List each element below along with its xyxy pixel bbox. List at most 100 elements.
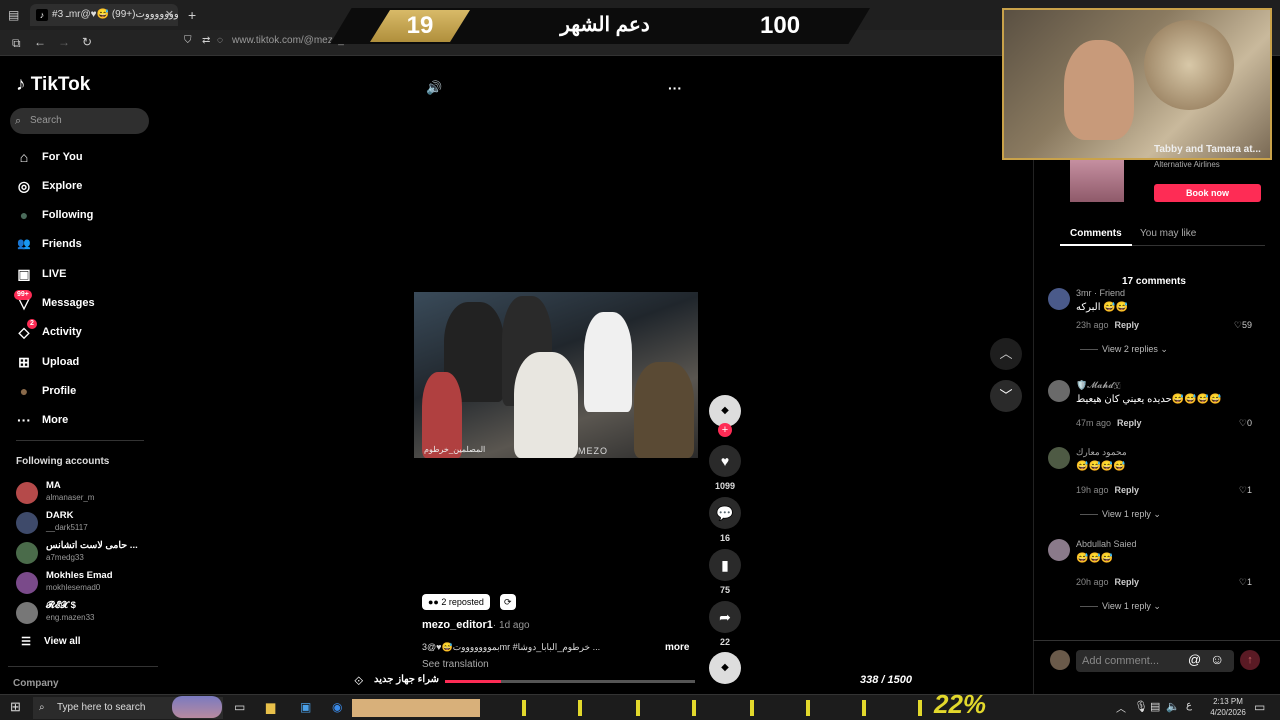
video-player[interactable]: MEZO المصلمين_خرطوم <box>414 292 698 458</box>
nav-friends[interactable]: 👥 Friends <box>16 233 156 255</box>
more-icon: ··· <box>17 412 31 428</box>
workspaces-icon[interactable]: ⧉ <box>12 36 21 51</box>
shield-icon[interactable]: ⛉ <box>184 35 192 46</box>
more-button[interactable]: more <box>665 642 689 653</box>
avatar[interactable] <box>1048 288 1070 310</box>
sidebar: ♪ TikTok ⌕ Search ⌂ For You ◎ Explore ● Fol… <box>0 56 165 694</box>
notification-icon[interactable]: ▭ <box>1254 700 1265 714</box>
reply-button[interactable]: Reply <box>1117 418 1142 428</box>
comment-like-button[interactable]: ♡59 <box>1234 320 1252 331</box>
network-icon[interactable]: ▤ <box>1150 700 1160 713</box>
next-video-button[interactable]: ﹀ <box>990 380 1022 412</box>
comment-like-button[interactable]: ♡1 <box>1239 577 1252 588</box>
avatar[interactable] <box>1048 447 1070 469</box>
new-tab-button[interactable]: + <box>188 7 196 23</box>
heart-icon: ♥ <box>709 445 741 477</box>
chevron-up-icon[interactable]: ︿ <box>1116 700 1126 715</box>
comment-author[interactable]: 🛡️𝓜𝓪𝓱𝓭🇾 <box>1076 380 1121 391</box>
language-icon[interactable]: ع <box>1186 700 1192 711</box>
edge-icon[interactable]: ◉ <box>332 700 342 714</box>
reply-button[interactable]: Reply <box>1115 485 1140 495</box>
tab-actions-icon[interactable]: ▤ <box>8 8 19 22</box>
tracking-icon[interactable]: ⇄ <box>202 35 210 46</box>
account-item[interactable]: DARK __dark5117 <box>16 510 156 538</box>
comment-author[interactable]: 3mr · Friend <box>1076 288 1125 298</box>
account-name: 𝓡𝓔𝓧 $ <box>46 600 76 611</box>
video-caption: المصلمين_خرطوم <box>424 445 486 454</box>
like-button[interactable]: ♥ 1099 <box>709 445 741 491</box>
reply-button[interactable]: Reply <box>1115 577 1140 587</box>
tab-comments[interactable]: Comments <box>1070 228 1122 239</box>
account-item[interactable]: MA almanaser_m <box>16 480 156 508</box>
file-explorer-icon[interactable]: ▆ <box>266 700 275 714</box>
webcam-overlay <box>1002 8 1272 160</box>
microphone-icon[interactable]: 🎙 <box>1134 700 1148 713</box>
nav-explore[interactable]: ◎ Explore <box>16 175 156 197</box>
heart-outline-icon: ♡ <box>1238 577 1247 587</box>
back-icon[interactable]: ← <box>34 35 46 49</box>
store-icon[interactable]: ▣ <box>300 700 311 714</box>
close-icon[interactable]: ✕ <box>165 4 174 26</box>
account-name: MA <box>46 480 61 491</box>
video-options-icon[interactable]: ··· <box>668 80 682 96</box>
tab-you-may-like[interactable]: You may like <box>1140 228 1196 239</box>
volume-icon[interactable]: 🔊 <box>426 80 442 96</box>
browser-tab[interactable]: ♪ #ـ 3mr@♥😅 بموووووووت(+99) ✕ <box>30 4 178 26</box>
reply-button[interactable]: Reply <box>1115 320 1140 330</box>
task-view-icon[interactable]: ▭ <box>234 700 245 714</box>
nav-activity[interactable]: ◇ 2 Activity <box>16 319 156 343</box>
save-count: 75 <box>719 585 730 595</box>
comment-author[interactable]: Abdullah Saied <box>1076 539 1137 549</box>
volume-icon[interactable]: 🔈 <box>1166 700 1180 713</box>
avatar <box>16 602 38 624</box>
clock-date[interactable]: 4/20/2026 <box>1204 708 1252 717</box>
view-replies-button[interactable]: View 1 reply ⌄ <box>1080 509 1161 520</box>
nav-for-you[interactable]: ⌂ For You <box>16 146 156 168</box>
view-replies-button[interactable]: View 2 replies ⌄ <box>1080 344 1168 355</box>
tiktok-logo[interactable]: ♪ TikTok <box>16 74 90 96</box>
avatar[interactable] <box>1048 539 1070 561</box>
reload-icon[interactable]: ↻ <box>82 35 92 49</box>
forward-icon[interactable]: → <box>58 35 70 49</box>
post-comment-button[interactable]: ↑ <box>1240 650 1260 670</box>
view-replies-button[interactable]: View 1 reply ⌄ <box>1080 601 1161 612</box>
account-item[interactable]: 𝓡𝓔𝓧 $ eng.mazen33 <box>16 600 156 628</box>
repost-button[interactable]: ⟳ <box>500 594 516 610</box>
reposted-pill[interactable]: ●● 2 reposted <box>422 594 490 610</box>
nav-live[interactable]: ▣ LIVE <box>16 263 156 285</box>
avatar[interactable] <box>1048 380 1070 402</box>
creator-avatar-button[interactable]: ◆ + <box>709 395 741 437</box>
comment-author[interactable]: محمود معارك <box>1076 447 1127 458</box>
emoji-icon[interactable]: ☺ <box>1210 651 1224 667</box>
nav-messages[interactable]: ▽ 99+ Messages <box>14 290 156 314</box>
previous-video-button[interactable]: ︿ <box>990 338 1022 370</box>
search-input[interactable]: ⌕ Search <box>10 108 149 134</box>
book-now-button[interactable]: Book now <box>1154 184 1261 202</box>
comment-button[interactable]: 💬 16 <box>709 497 741 543</box>
account-item[interactable]: Mokhles Emad mokhlesemad0 <box>16 570 156 598</box>
nav-profile[interactable]: ● Profile <box>16 380 156 402</box>
taskbar-app-thumbnails[interactable] <box>352 699 480 717</box>
windows-start-icon[interactable]: ⊞ <box>10 699 21 715</box>
avatar <box>16 572 38 594</box>
nav-upload[interactable]: ⊞ Upload <box>16 351 156 373</box>
author-name[interactable]: mezo_editor1· 1d ago <box>422 619 530 631</box>
clock-time[interactable]: 2:13 PM <box>1206 697 1250 706</box>
company-link[interactable]: Company <box>13 678 59 689</box>
nav-following[interactable]: ● Following <box>16 204 156 226</box>
save-button[interactable]: ▮ 75 <box>709 549 741 595</box>
site-info-icon[interactable]: ◌ <box>217 35 223 46</box>
ad-thumbnail <box>1070 160 1124 202</box>
follow-plus-icon[interactable]: + <box>718 423 732 437</box>
nav-more[interactable]: ··· More <box>16 409 156 431</box>
ad-card[interactable]: Tabby and Tamara at... Alternative Airli… <box>1050 142 1272 206</box>
view-all-button[interactable]: ☰ View all <box>18 631 158 653</box>
see-translation-link[interactable]: See translation <box>422 659 489 670</box>
search-highlight-image <box>172 696 222 718</box>
comment-like-button[interactable]: ♡1 <box>1239 485 1252 496</box>
share-button[interactable]: ➦ 22 <box>709 601 741 647</box>
stream-overlay-banner: 19 دعم الشهر 100 <box>330 8 870 44</box>
mention-icon[interactable]: @ <box>1188 652 1201 667</box>
account-item[interactable]: حامى لاست اتشانس ... a7medg33 <box>16 540 156 568</box>
comment-like-button[interactable]: ♡0 <box>1239 418 1252 429</box>
